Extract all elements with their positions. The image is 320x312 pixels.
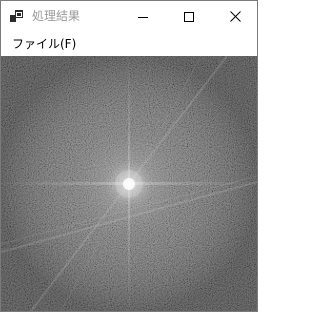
- fourier-spectrum-image: [1, 56, 257, 311]
- maximize-button[interactable]: [166, 1, 212, 32]
- window-title: 処理結果: [32, 9, 81, 23]
- app-window-icon: [10, 10, 23, 22]
- menu-bar: ファイル(F): [1, 32, 257, 56]
- close-icon: [229, 11, 241, 22]
- minimize-icon: [138, 16, 148, 18]
- app-window: 処理結果 ファイル(F): [0, 0, 258, 312]
- menu-file[interactable]: ファイル(F): [7, 35, 81, 53]
- minimize-button[interactable]: [120, 1, 166, 32]
- title-bar[interactable]: 処理結果: [1, 1, 257, 32]
- close-button[interactable]: [212, 1, 257, 32]
- maximize-icon: [184, 11, 194, 22]
- result-image-area: [1, 56, 257, 311]
